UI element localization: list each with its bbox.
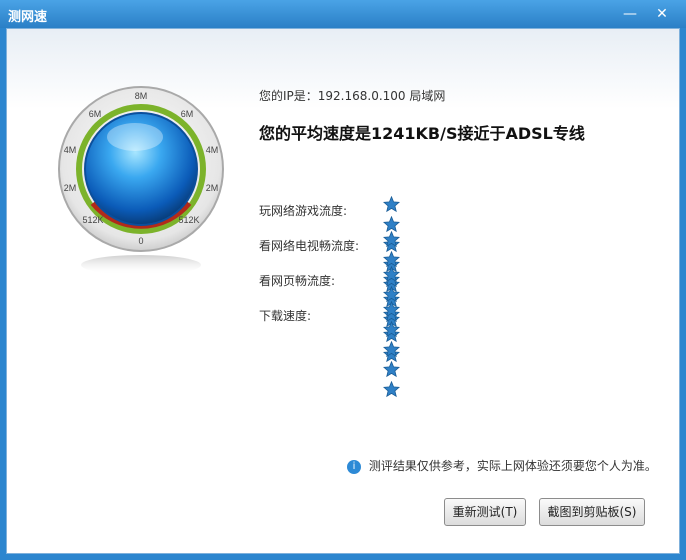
gauge-tick-zero: 0: [138, 236, 143, 246]
close-button[interactable]: ✕: [651, 4, 673, 24]
title-bar[interactable]: 测网速 — ✕: [0, 0, 686, 28]
gauge-tick-4m-right: 4M: [206, 145, 219, 155]
rating-stars: [382, 195, 401, 293]
disclaimer-text: 测评结果仅供参考，实际上网体验还须要您个人为准。: [368, 459, 657, 473]
star-icon: [382, 300, 401, 318]
star-icon: [382, 340, 401, 358]
rating-label: 下载速度:: [259, 309, 312, 323]
gauge-tick-2m-left: 2M: [64, 183, 77, 193]
rating-label: 看网络电视畅流度:: [259, 239, 360, 253]
star-icon: [382, 320, 401, 338]
gauge-tick-2m-right: 2M: [206, 183, 219, 193]
speedtest-window: 测网速 — ✕ 8M 6M 4M 2M 512K 6M 4M 2M 512K 0…: [0, 0, 686, 560]
rating-stars: [382, 230, 401, 328]
content-area: 8M 6M 4M 2M 512K 6M 4M 2M 512K 0 您的IP是：1…: [6, 28, 680, 554]
ip-info: 您的IP是：192.168.0.100 局域网: [259, 89, 446, 103]
info-icon: i: [347, 459, 361, 474]
star-icon: [382, 265, 401, 283]
star-icon: [382, 195, 401, 213]
gauge-tick-6m-right: 6M: [181, 109, 194, 119]
minimize-button[interactable]: —: [619, 4, 641, 24]
speed-result: 您的平均速度是1241KB/S接近于ADSL专线: [259, 124, 585, 143]
star-icon: [382, 230, 401, 248]
sphere-highlight: [107, 123, 163, 151]
gauge-tick-512k-left: 512K: [82, 215, 103, 225]
star-icon: [382, 360, 401, 378]
rating-stars: [382, 265, 401, 363]
rating-label: 玩网络游戏流度:: [259, 204, 348, 218]
gauge-tick-8m: 8M: [135, 91, 148, 101]
rating-stars: [382, 300, 401, 398]
window-title: 测网速: [8, 10, 48, 25]
retest-button[interactable]: 重新测试(T): [444, 498, 526, 526]
watermark: www.ikaka.com: [589, 532, 678, 543]
speed-gauge: 8M 6M 4M 2M 512K 6M 4M 2M 512K 0: [58, 86, 224, 275]
gauge-tick-4m-left: 4M: [64, 145, 77, 155]
rating-label: 看网页畅流度:: [259, 274, 336, 288]
gauge-tick-6m-left: 6M: [89, 109, 102, 119]
disclaimer-note: i 测评结果仅供参考，实际上网体验还须要您个人为准。: [347, 457, 657, 474]
gauge-shadow: [81, 255, 201, 275]
gauge-tick-512k-right: 512K: [178, 215, 199, 225]
star-icon: [382, 380, 401, 398]
